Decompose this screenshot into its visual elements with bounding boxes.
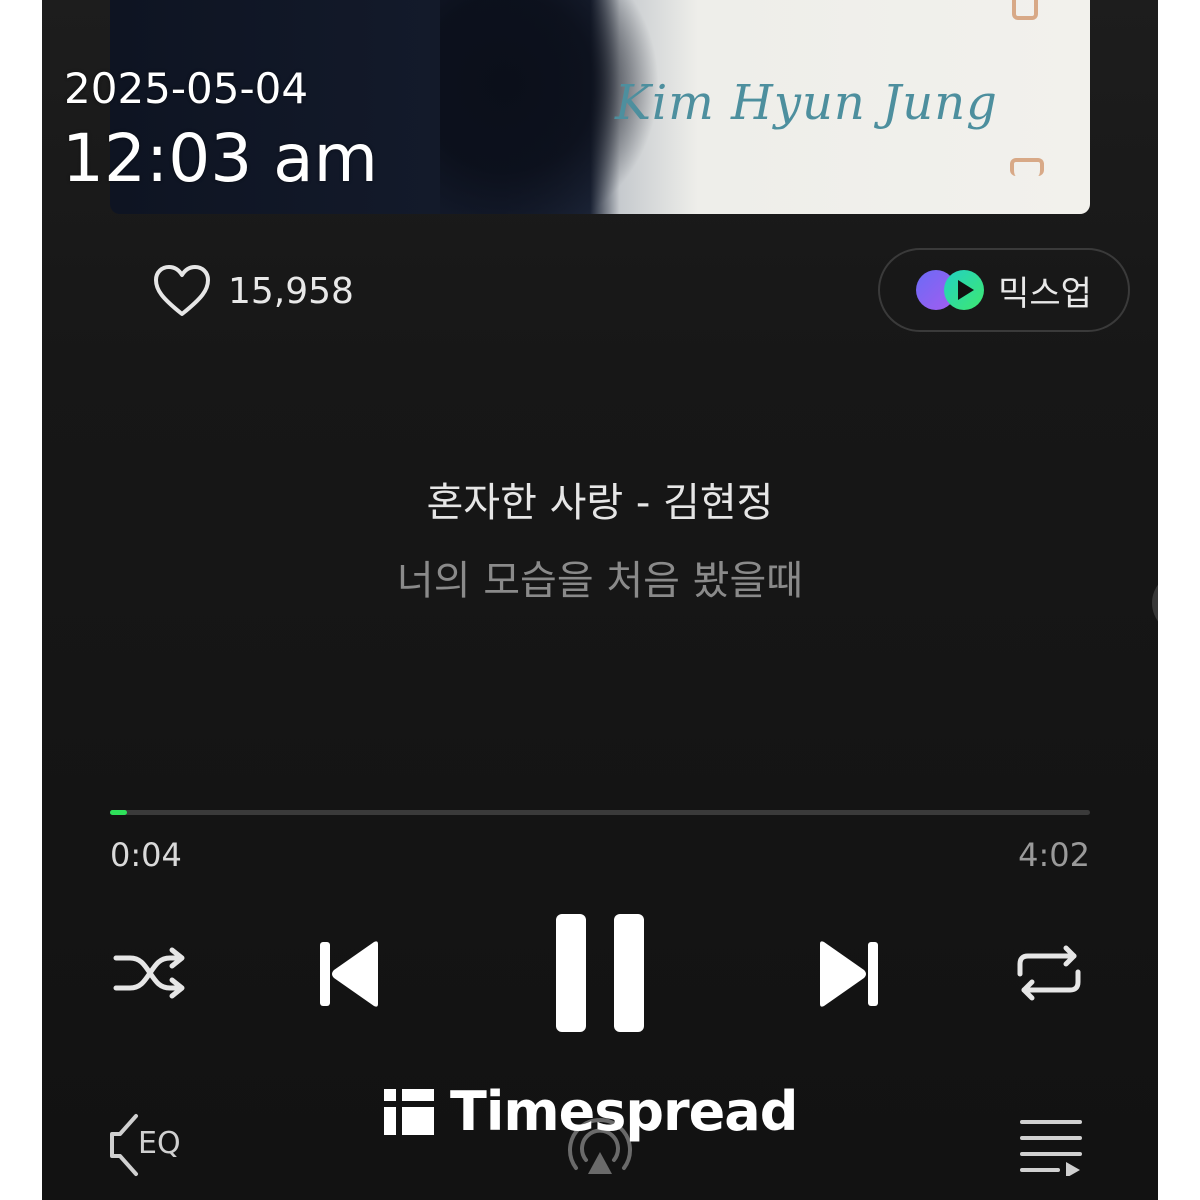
watermark-text: Timespread: [450, 1080, 798, 1143]
skip-next-icon: [820, 941, 878, 1007]
repeat-icon: [1017, 945, 1081, 1001]
pause-icon: [556, 914, 644, 1032]
repeat-button[interactable]: [1012, 940, 1086, 1006]
previous-button[interactable]: [316, 936, 386, 1012]
eq-label: EQ: [138, 1126, 181, 1161]
overlay-time: 12:03 am: [62, 120, 378, 197]
album-artist-script: Kim Hyun Jung: [615, 75, 998, 131]
timespread-logo-icon: [384, 1088, 434, 1135]
overlay-date: 2025-05-04: [64, 64, 309, 113]
skip-previous-icon: [320, 941, 378, 1007]
mixup-icon: [916, 270, 986, 310]
current-time: 0:04: [110, 836, 182, 874]
lyric-line[interactable]: 너의 모습을 처음 봤을때: [0, 548, 1200, 606]
song-title[interactable]: 혼자한 사랑 - 김현정: [0, 470, 1200, 528]
like-count: 15,958: [228, 270, 354, 312]
watermark: Timespread: [384, 1080, 798, 1143]
heart-icon: [154, 265, 210, 316]
mixup-label: 믹스업: [998, 273, 1092, 314]
shuffle-icon: [113, 947, 185, 999]
equalizer-button[interactable]: EQ: [108, 1112, 198, 1178]
progress-fill: [110, 810, 127, 815]
album-art-decoration: [1010, 158, 1044, 176]
like-button[interactable]: 15,958: [152, 264, 354, 318]
shuffle-button[interactable]: [110, 940, 190, 1006]
next-button[interactable]: [812, 936, 882, 1012]
playlist-button[interactable]: [1018, 1114, 1084, 1176]
progress-bar[interactable]: [110, 810, 1090, 815]
pause-button[interactable]: [552, 912, 648, 1034]
album-art-decoration: [1012, 0, 1038, 20]
playlist-icon: [1020, 1120, 1082, 1176]
mixup-button[interactable]: 믹스업: [878, 248, 1130, 332]
total-time: 4:02: [1018, 836, 1090, 874]
